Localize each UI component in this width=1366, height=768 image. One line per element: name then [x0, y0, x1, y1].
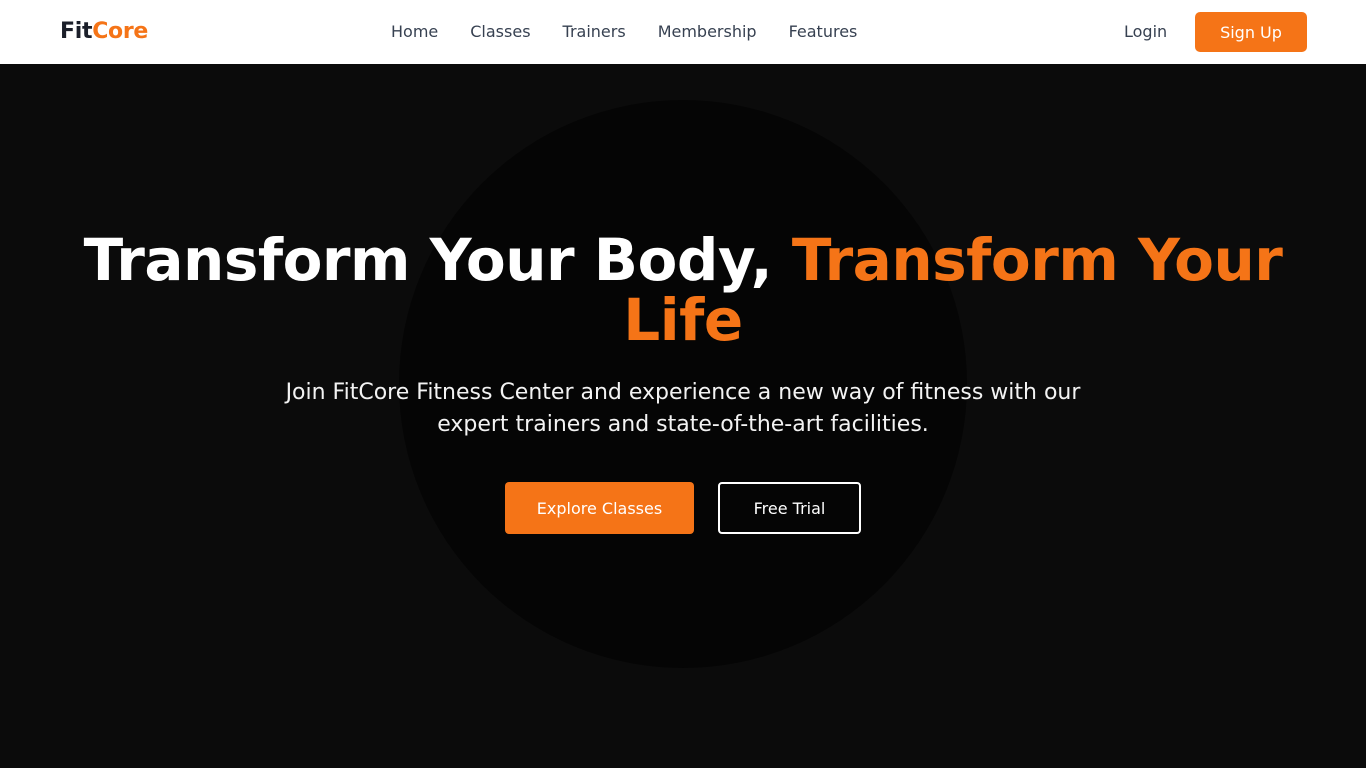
nav-link-membership[interactable]: Membership	[642, 0, 773, 64]
nav-link-home[interactable]: Home	[375, 0, 454, 64]
free-trial-button[interactable]: Free Trial	[718, 482, 861, 534]
nav-link-classes[interactable]: Classes	[454, 0, 546, 64]
hero-title: Transform Your Body, Transform Your Life	[40, 230, 1326, 350]
main-nav: Home Classes Trainers Membership Feature…	[375, 0, 873, 64]
nav-link-features[interactable]: Features	[773, 0, 874, 64]
nav-link-trainers[interactable]: Trainers	[547, 0, 642, 64]
login-link[interactable]: Login	[1110, 0, 1181, 64]
explore-classes-button[interactable]: Explore Classes	[505, 482, 694, 534]
hero-title-white: Transform Your Body,	[83, 226, 792, 294]
logo-text-fit: Fit	[60, 19, 93, 44]
logo-text-core: Core	[92, 19, 149, 44]
hero-subtitle: Join FitCore Fitness Center and experien…	[285, 380, 1081, 437]
hero-section: Transform Your Body, Transform Your Life…	[0, 64, 1366, 768]
top-navbar: FitCore Home Classes Trainers Membership…	[0, 0, 1366, 64]
brand-logo[interactable]: FitCore	[60, 18, 148, 46]
sign-up-button[interactable]: Sign Up	[1195, 12, 1307, 52]
